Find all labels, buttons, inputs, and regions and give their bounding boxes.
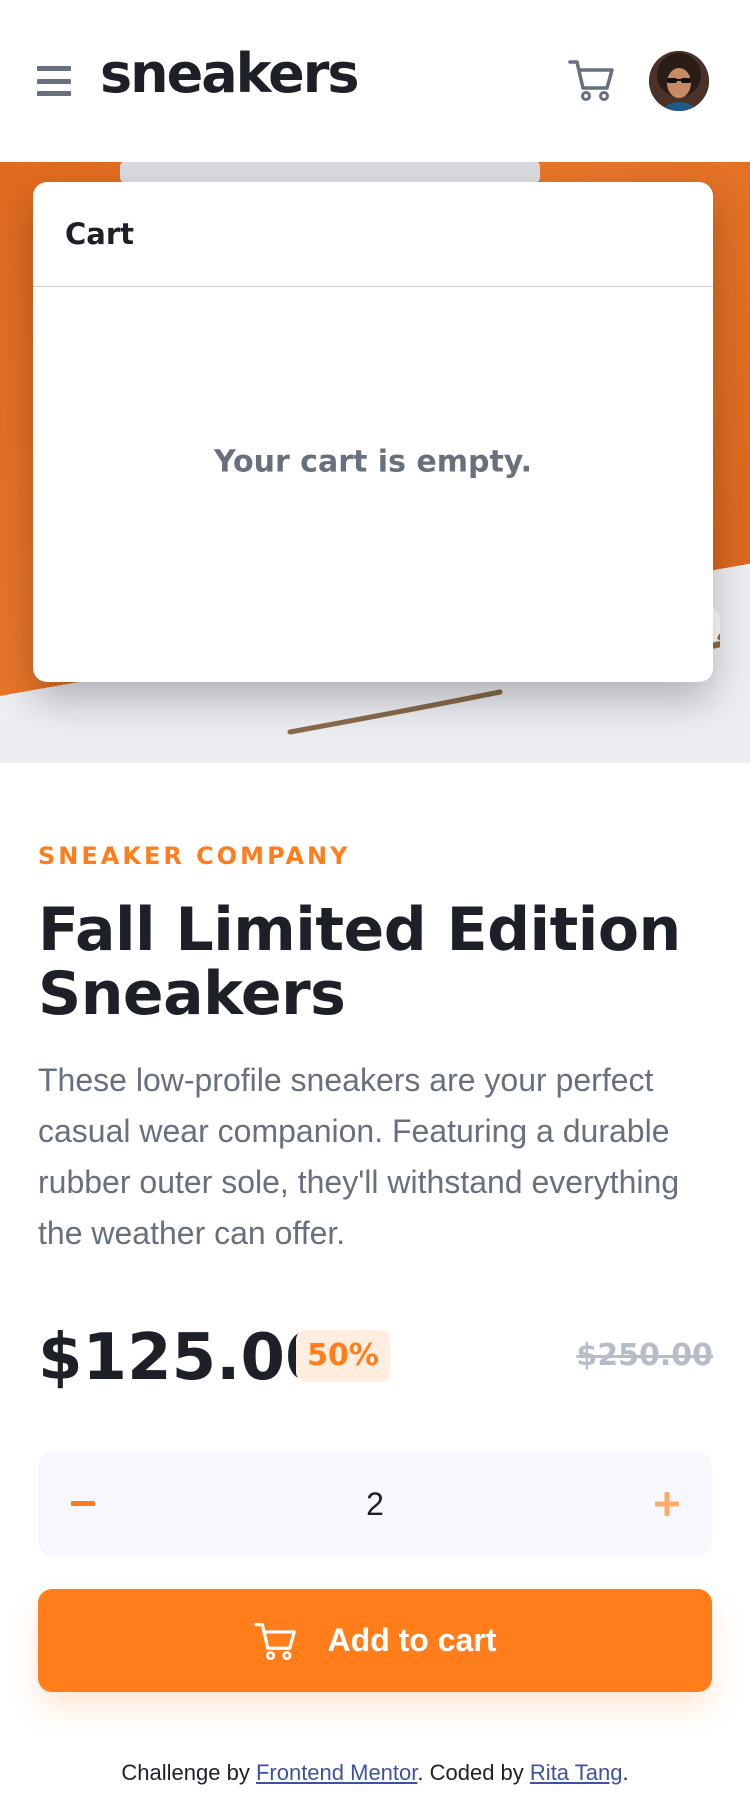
footer-prefix: Challenge by bbox=[121, 1760, 250, 1785]
author-link[interactable]: Rita Tang bbox=[530, 1760, 623, 1785]
footer-suffix: . bbox=[622, 1760, 629, 1785]
product-description: These low-profile sneakers are your perf… bbox=[38, 1062, 680, 1251]
product-title: Fall Limited Edition Sneakers bbox=[38, 895, 681, 1029]
add-to-cart-label: Add to cart bbox=[327, 1622, 497, 1658]
attribution-footer: Challenge by Frontend Mentor. Coded by R… bbox=[0, 1760, 750, 1786]
decrease-quantity-button[interactable] bbox=[38, 1452, 128, 1556]
cart-title: Cart bbox=[33, 182, 713, 287]
hamburger-menu-icon[interactable] bbox=[37, 66, 71, 96]
brand-logo[interactable]: sneakers bbox=[100, 44, 360, 104]
plus-icon bbox=[655, 1492, 679, 1516]
frontend-mentor-link[interactable]: Frontend Mentor bbox=[256, 1760, 417, 1785]
company-name: SNEAKER COMPANY bbox=[38, 842, 351, 870]
footer-middle: . Coded by bbox=[417, 1760, 524, 1785]
cart-icon bbox=[253, 1622, 296, 1660]
add-to-cart-button[interactable]: Add to cart bbox=[38, 1589, 712, 1692]
cart-popover: Cart Your cart is empty. bbox=[33, 182, 713, 682]
discount-badge: 50% bbox=[296, 1330, 390, 1382]
cart-icon[interactable] bbox=[568, 58, 616, 102]
quantity-stepper: 2 bbox=[38, 1452, 712, 1556]
site-header: sneakers bbox=[0, 0, 750, 162]
minus-icon bbox=[71, 1501, 95, 1506]
cart-empty-message: Your cart is empty. bbox=[214, 444, 532, 480]
user-avatar[interactable] bbox=[649, 51, 709, 111]
original-price: $250.00 bbox=[576, 1338, 713, 1373]
quantity-value: 2 bbox=[366, 1486, 384, 1522]
increase-quantity-button[interactable] bbox=[622, 1452, 712, 1556]
current-price: $125.00 bbox=[38, 1321, 330, 1395]
